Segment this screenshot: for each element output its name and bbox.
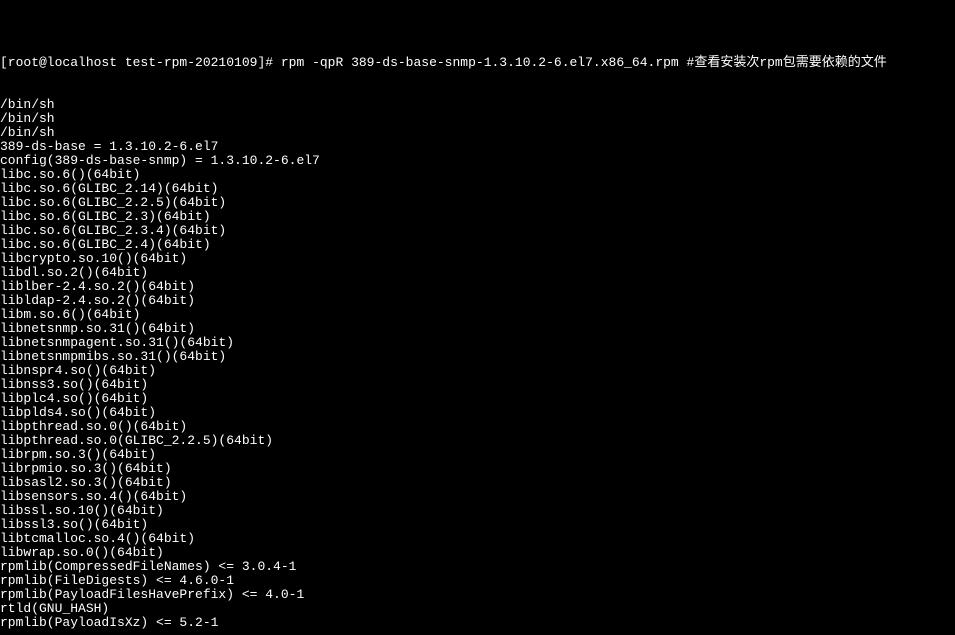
output-line: libm.so.6()(64bit) (0, 308, 955, 322)
output-line: rtld(GNU_HASH) (0, 602, 955, 616)
output-line: /bin/sh (0, 98, 955, 112)
output-line: libplds4.so()(64bit) (0, 406, 955, 420)
output-line: libwrap.so.0()(64bit) (0, 546, 955, 560)
output-line: libnetsnmpagent.so.31()(64bit) (0, 336, 955, 350)
output-line: librpmio.so.3()(64bit) (0, 462, 955, 476)
output-line: libssl.so.10()(64bit) (0, 504, 955, 518)
command-text: rpm -qpR 389-ds-base-snmp-1.3.10.2-6.el7… (281, 55, 687, 70)
command-line: [root@localhost test-rpm-20210109]# rpm … (0, 56, 955, 70)
output-line: libc.so.6(GLIBC_2.3)(64bit) (0, 210, 955, 224)
output-line: librpm.so.3()(64bit) (0, 448, 955, 462)
terminal-output: [root@localhost test-rpm-20210109]# rpm … (0, 0, 955, 635)
output-line: libdl.so.2()(64bit) (0, 266, 955, 280)
output-line: libc.so.6(GLIBC_2.2.5)(64bit) (0, 196, 955, 210)
output-line: config(389-ds-base-snmp) = 1.3.10.2-6.el… (0, 154, 955, 168)
output-line: libtcmalloc.so.4()(64bit) (0, 532, 955, 546)
output-line: libc.so.6(GLIBC_2.4)(64bit) (0, 238, 955, 252)
output-line: libsensors.so.4()(64bit) (0, 490, 955, 504)
output-line: libssl3.so()(64bit) (0, 518, 955, 532)
shell-prompt: [root@localhost test-rpm-20210109]# (0, 55, 281, 70)
output-line: libsasl2.so.3()(64bit) (0, 476, 955, 490)
output-line: libnspr4.so()(64bit) (0, 364, 955, 378)
output-line: rpmlib(CompressedFileNames) <= 3.0.4-1 (0, 560, 955, 574)
output-line: libc.so.6(GLIBC_2.14)(64bit) (0, 182, 955, 196)
output-line: rpmlib(PayloadIsXz) <= 5.2-1 (0, 616, 955, 630)
output-line: libplc4.so()(64bit) (0, 392, 955, 406)
output-line: libc.so.6(GLIBC_2.3.4)(64bit) (0, 224, 955, 238)
output-line: /bin/sh (0, 112, 955, 126)
command-output: /bin/sh/bin/sh/bin/sh389-ds-base = 1.3.1… (0, 98, 955, 630)
output-line: libc.so.6()(64bit) (0, 168, 955, 182)
output-line: libpthread.so.0(GLIBC_2.2.5)(64bit) (0, 434, 955, 448)
output-line: libpthread.so.0()(64bit) (0, 420, 955, 434)
output-line: rpmlib(PayloadFilesHavePrefix) <= 4.0-1 (0, 588, 955, 602)
output-line: libnss3.so()(64bit) (0, 378, 955, 392)
output-line: libldap-2.4.so.2()(64bit) (0, 294, 955, 308)
output-line: 389-ds-base = 1.3.10.2-6.el7 (0, 140, 955, 154)
command-comment: #查看安装次rpm包需要依赖的文件 (687, 55, 887, 70)
output-line: liblber-2.4.so.2()(64bit) (0, 280, 955, 294)
output-line: libcrypto.so.10()(64bit) (0, 252, 955, 266)
output-line: libnetsnmp.so.31()(64bit) (0, 322, 955, 336)
output-line: libnetsnmpmibs.so.31()(64bit) (0, 350, 955, 364)
output-line: rpmlib(FileDigests) <= 4.6.0-1 (0, 574, 955, 588)
output-line: /bin/sh (0, 126, 955, 140)
